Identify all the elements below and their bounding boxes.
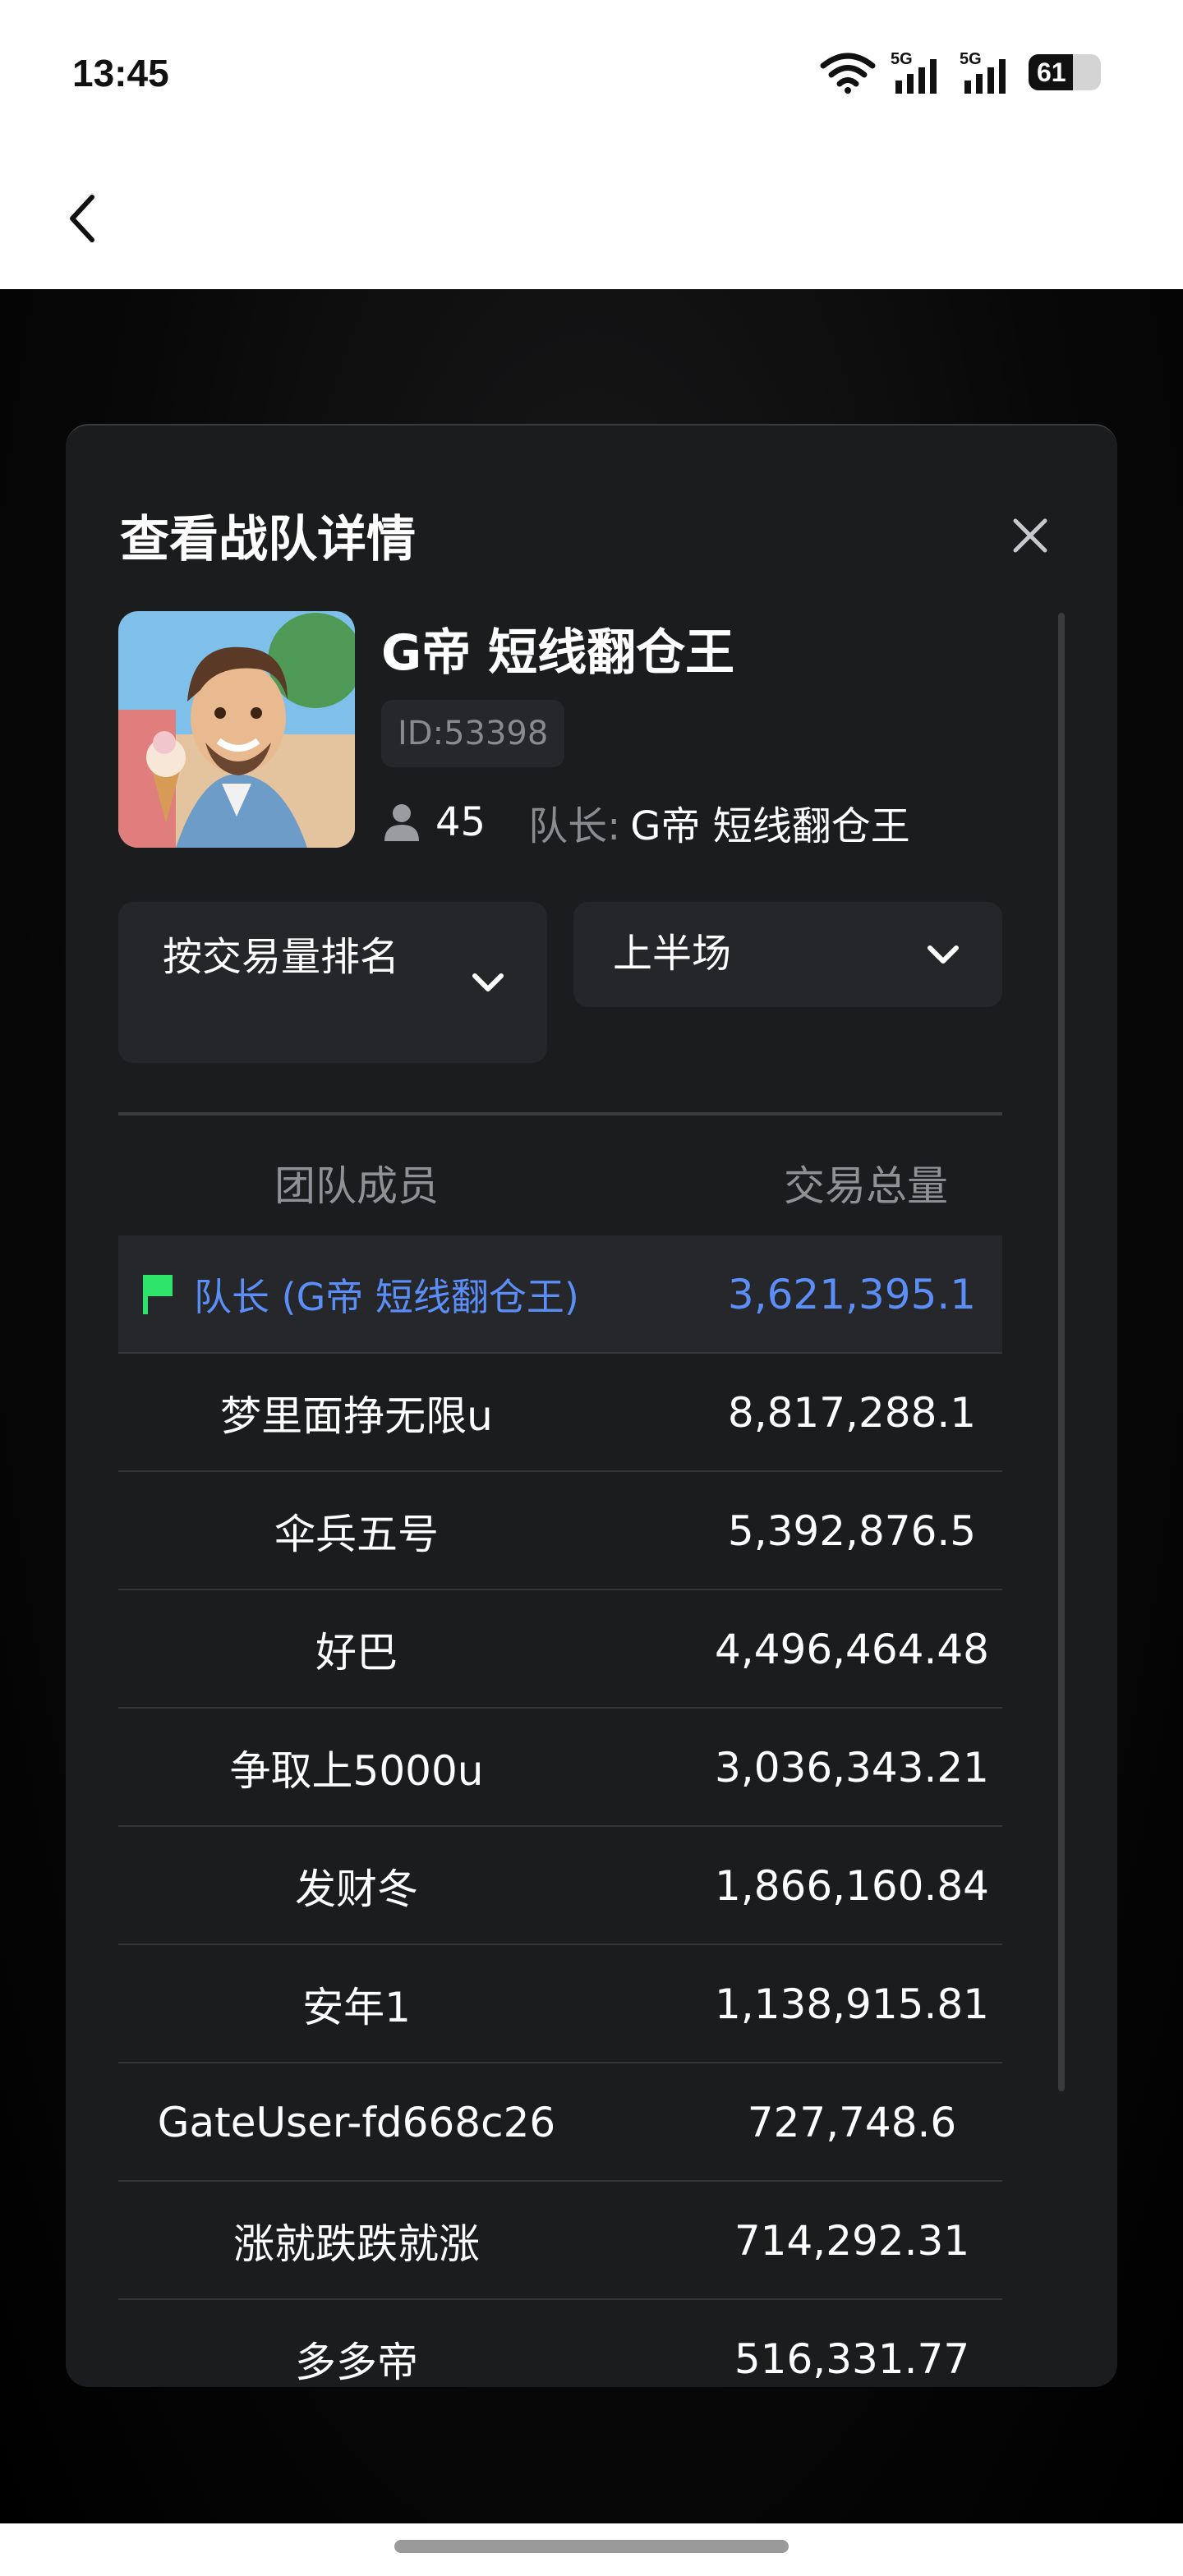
sort-dropdown[interactable]: 按交易量排名 [118, 902, 547, 1063]
table-header: 团队成员 交易总量 [118, 1116, 1002, 1235]
member-volume: 8,817,288.1 [727, 1389, 977, 1437]
table-row[interactable]: GateUser-fd668c26 727,748.6 [118, 2063, 1002, 2182]
member-volume: 1,866,160.84 [715, 1862, 989, 1910]
member-name: 梦里面挣无限u [220, 1392, 493, 1440]
column-header-volume: 交易总量 [784, 1162, 948, 1210]
wifi-icon [820, 53, 876, 94]
scrollbar[interactable] [1058, 613, 1065, 2091]
nav-bar [0, 148, 1183, 289]
close-button[interactable] [997, 503, 1063, 568]
table-row[interactable]: 伞兵五号 5,392,876.5 [118, 1472, 1002, 1590]
table-row[interactable]: 涨就跌跌就涨 714,292.31 [118, 2182, 1002, 2300]
column-header-member: 团队成员 [274, 1162, 439, 1210]
chevron-left-icon [70, 195, 94, 242]
status-time: 13:45 [72, 52, 169, 94]
modal-title: 查看战队详情 [120, 511, 416, 568]
sort-dropdown-value: 按交易量排名 [162, 934, 399, 980]
team-meta: 45 队长: G帝 短线翻仓王 [381, 794, 910, 851]
table-row[interactable]: 安年1 1,138,915.81 [118, 1945, 1002, 2063]
member-name: 争取上5000u [229, 1747, 484, 1795]
flag-icon [143, 1275, 173, 1314]
members-table: 队长 (G帝 短线翻仓王) 3,621,395.1 梦里面挣无限u 8,817,… [118, 1235, 1002, 2387]
member-volume: 1,138,915.81 [715, 1980, 989, 2028]
table-row[interactable]: 争取上5000u 3,036,343.21 [118, 1709, 1002, 1827]
home-indicator[interactable] [394, 2540, 789, 2553]
member-volume: 5,392,876.5 [727, 1507, 977, 1555]
member-volume: 3,621,395.1 [727, 1271, 977, 1318]
member-volume: 3,036,343.21 [715, 1744, 989, 1792]
team-details-modal: 查看战队详情 G帝 短线翻仓王 ID:53398 45 队长: G帝 短线翻仓王… [66, 424, 1117, 2387]
captain-label: 队长: [528, 803, 621, 849]
battery-level: 61 [1037, 58, 1066, 87]
table-row[interactable]: 多多帝 516,331.77 [118, 2300, 1002, 2387]
member-volume: 4,496,464.48 [715, 1626, 989, 1673]
table-row[interactable]: 发财冬 1,866,160.84 [118, 1827, 1002, 1945]
chevron-down-icon [472, 973, 504, 991]
member-name: 安年1 [302, 1984, 411, 2031]
member-volume: 714,292.31 [734, 2217, 970, 2265]
captain-name: G帝 短线翻仓王 [630, 803, 910, 849]
member-name: GateUser-fd668c26 [157, 2099, 556, 2146]
team-avatar [118, 611, 355, 848]
member-name: 好巴 [315, 1629, 398, 1677]
member-count: 45 [435, 799, 486, 845]
team-id-badge: ID:53398 [381, 700, 565, 767]
member-name: 发财冬 [295, 1865, 418, 1913]
network-label-1: 5G [891, 50, 913, 68]
status-bar: 13:45 5G 5G 61 [0, 0, 1183, 148]
half-dropdown[interactable]: 上半场 [573, 902, 1002, 1007]
member-volume: 516,331.77 [734, 2335, 970, 2383]
back-button[interactable] [41, 177, 123, 260]
signal-5g-icon: 5G [960, 50, 1006, 94]
chevron-down-icon [928, 945, 959, 964]
member-name: 多多帝 [295, 2339, 418, 2386]
battery-indicator: 61 [1029, 54, 1101, 90]
signal-5g-icon: 5G [891, 50, 937, 94]
close-icon [1013, 518, 1047, 553]
status-icons: 5G 5G 61 [820, 48, 1101, 97]
person-icon [384, 804, 419, 841]
member-name: 涨就跌跌就涨 [233, 2220, 480, 2268]
member-name: 伞兵五号 [274, 1511, 439, 1558]
network-label-2: 5G [960, 50, 982, 68]
table-row[interactable]: 好巴 4,496,464.48 [118, 1590, 1002, 1709]
member-volume: 727,748.6 [747, 2099, 957, 2146]
table-row[interactable]: 梦里面挣无限u 8,817,288.1 [118, 1354, 1002, 1472]
member-name: 队长 (G帝 短线翻仓王) [194, 1275, 579, 1319]
table-row-leader[interactable]: 队长 (G帝 短线翻仓王) 3,621,395.1 [118, 1235, 1002, 1354]
team-name: G帝 短线翻仓王 [381, 624, 735, 682]
half-dropdown-value: 上半场 [613, 931, 732, 977]
